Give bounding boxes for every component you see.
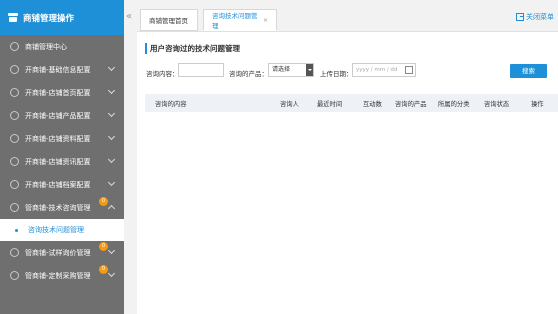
- column-header: 互动数: [363, 101, 382, 108]
- column-header: 所属的分类: [438, 101, 470, 108]
- sidebar-item-center[interactable]: 商铺管理中心: [0, 35, 124, 58]
- content-input[interactable]: [178, 63, 224, 77]
- calendar-icon[interactable]: [405, 66, 413, 74]
- tab-bar: 商铺管理首页 咨询技术问题管理 × 关闭菜单: [137, 0, 558, 35]
- chevron-down-icon: [107, 246, 116, 255]
- circle-icon: [10, 203, 19, 212]
- sidebar-item-label: 商铺管理中心: [25, 42, 67, 51]
- chevron-down-icon: [107, 178, 116, 187]
- sidebar-subitem-label: 咨询技术问题管理: [28, 226, 84, 234]
- chevron-down-icon: [107, 132, 116, 141]
- circle-icon: [10, 157, 19, 166]
- search-button[interactable]: 搜索: [510, 64, 547, 78]
- date-label: 上传日期：: [320, 70, 353, 78]
- column-header: 咨询人: [280, 101, 299, 108]
- circle-icon: [10, 271, 19, 280]
- count-badge: 0: [99, 197, 108, 206]
- chevron-down-icon: [107, 63, 116, 72]
- circle-icon: [10, 65, 19, 74]
- sidebar-item-label: 开商铺-店铺首页配置: [25, 88, 91, 97]
- count-badge: 0: [99, 242, 108, 251]
- sidebar: 商铺管理操作 商铺管理中心 开商铺-基础信息配置 开商铺-店铺首页配置 开商铺-…: [0, 0, 124, 314]
- sidebar-header: 商铺管理操作: [0, 0, 124, 35]
- circle-icon: [10, 88, 19, 97]
- product-label: 咨询的产品：: [229, 70, 268, 78]
- circle-icon: [10, 134, 19, 143]
- close-icon[interactable]: ×: [263, 17, 268, 24]
- circle-icon: [10, 180, 19, 189]
- sidebar-item-sample-inquiry[interactable]: 管商铺-试样询价管理 0: [0, 241, 124, 264]
- tab-tech-questions[interactable]: 咨询技术问题管理 ×: [203, 9, 277, 31]
- circle-icon: [10, 111, 19, 120]
- sidebar-item-archive-config[interactable]: 开商铺-店铺档案配置: [0, 173, 124, 196]
- sidebar-item-label: 开商铺-基础信息配置: [25, 65, 91, 74]
- chevron-down-icon: [107, 109, 116, 118]
- sidebar-item-label: 管商铺-定制采购管理: [25, 271, 91, 280]
- sidebar-item-custom-purchase[interactable]: 管商铺-定制采购管理 0: [0, 264, 124, 287]
- sidebar-item-label: 开商铺-店铺产品配置: [25, 111, 91, 120]
- page-title: 用户咨询过的技术问题管理: [145, 43, 240, 54]
- sidebar-item-label: 管商铺-技术咨询管理: [25, 203, 91, 212]
- tab-shop-home[interactable]: 商铺管理首页: [140, 9, 198, 31]
- sidebar-item-label: 开商铺-店铺档案配置: [25, 180, 91, 189]
- sidebar-item-materials-config[interactable]: 开商铺-店铺资料配置: [0, 127, 124, 150]
- sidebar-item-home-config[interactable]: 开商铺-店铺首页配置: [0, 81, 124, 104]
- sidebar-item-label: 开商铺-店铺资料配置: [25, 134, 91, 143]
- count-badge: 0: [99, 265, 108, 274]
- close-menu-label: 关闭菜单: [526, 13, 554, 21]
- close-menu-button[interactable]: 关闭菜单: [516, 12, 554, 22]
- chevron-down-icon: [107, 269, 116, 278]
- bullet-icon: [15, 229, 18, 232]
- tab-label: 咨询技术问题管理: [212, 12, 258, 30]
- exit-icon: [516, 13, 524, 21]
- circle-icon: [10, 42, 19, 51]
- column-header: 咨询状态: [484, 101, 510, 108]
- sidebar-item-basic-info[interactable]: 开商铺-基础信息配置: [0, 58, 124, 81]
- main-content: 用户咨询过的技术问题管理 咨询内容： 咨询的产品： 请选择 上传日期： yyyy…: [137, 31, 558, 314]
- column-header: 咨询的产品: [395, 101, 427, 108]
- dropdown-arrow-icon: [306, 64, 313, 76]
- sidebar-title: 商铺管理操作: [23, 13, 75, 24]
- content-label: 咨询内容：: [146, 70, 179, 78]
- sidebar-item-label: 管商铺-试样询价管理: [25, 248, 91, 257]
- circle-icon: [10, 248, 19, 257]
- collapse-sidebar-icon[interactable]: «: [126, 12, 132, 22]
- column-header: 最近时间: [317, 101, 343, 108]
- chevron-down-icon: [107, 86, 116, 95]
- date-placeholder: yyyy / mm / dd: [356, 67, 398, 73]
- store-icon: [8, 13, 18, 22]
- tab-label: 商铺管理首页: [149, 17, 188, 25]
- product-select-value: 请选择: [272, 66, 291, 73]
- chevron-down-icon: [107, 155, 116, 164]
- column-header: 咨询的内容: [155, 101, 187, 108]
- sidebar-item-product-config[interactable]: 开商铺-店铺产品配置: [0, 104, 124, 127]
- date-input[interactable]: yyyy / mm / dd: [352, 63, 416, 77]
- product-select[interactable]: 请选择: [268, 63, 314, 77]
- column-header: 操作: [531, 101, 544, 108]
- table-header: 咨询的内容 咨询人 最近时间 互动数 咨询的产品 所属的分类 咨询状态 操作: [145, 94, 558, 112]
- sidebar-item-tech-consult[interactable]: 管商铺-技术咨询管理 0: [0, 196, 124, 219]
- sidebar-subitem-tech-questions[interactable]: 咨询技术问题管理: [0, 219, 124, 241]
- chevron-up-icon: [107, 204, 116, 213]
- sidebar-item-label: 开商铺-店铺资讯配置: [25, 157, 91, 166]
- sidebar-item-news-config[interactable]: 开商铺-店铺资讯配置: [0, 150, 124, 173]
